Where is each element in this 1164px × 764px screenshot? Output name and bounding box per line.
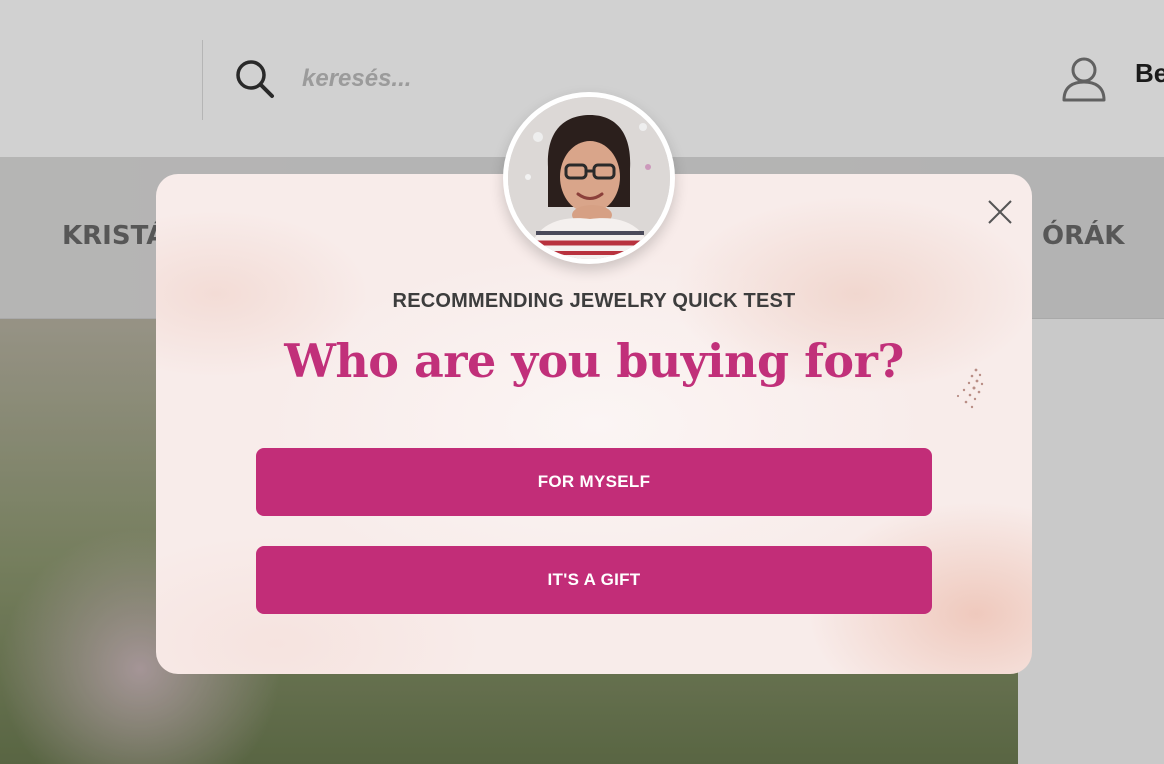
close-icon[interactable] [984,196,1016,228]
its-a-gift-button[interactable]: IT'S A GIFT [256,546,932,614]
advisor-avatar [503,92,675,264]
advisor-portrait [508,97,670,259]
for-myself-button[interactable]: FOR MYSELF [256,448,932,516]
quiz-kicker: RECOMMENDING JEWELRY QUICK TEST [392,290,796,312]
quiz-title: Who are you buying for? [284,334,904,388]
